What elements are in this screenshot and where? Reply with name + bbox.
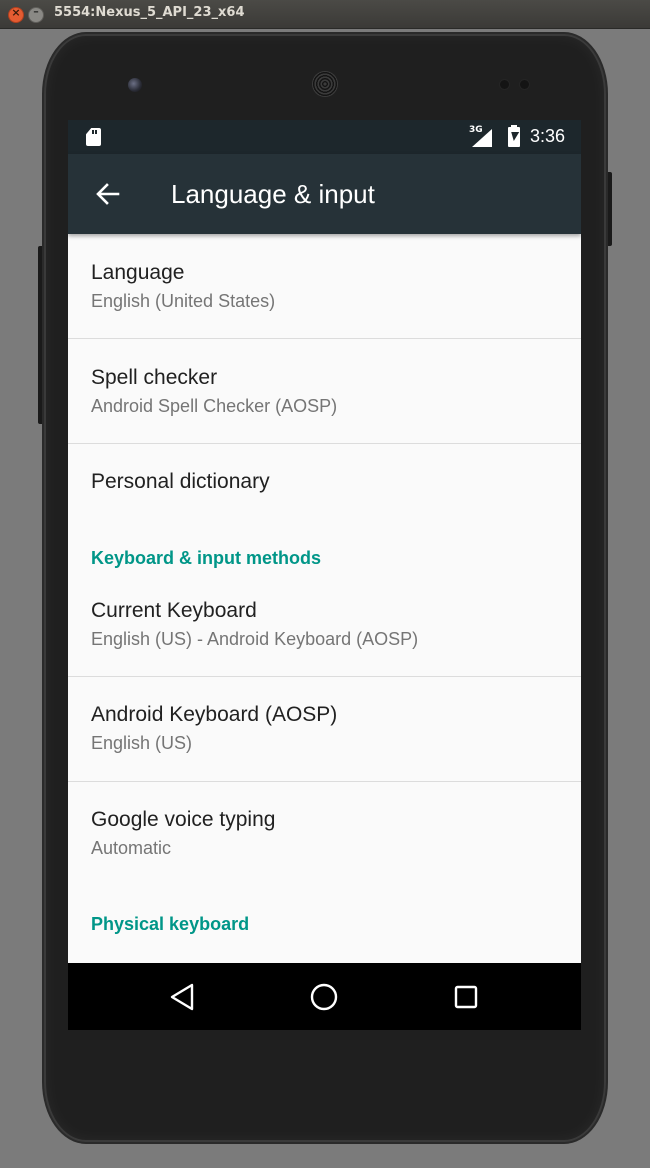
recents-square-icon <box>454 985 478 1009</box>
device-screen: 3G 3:36 Language & input Language Englis… <box>68 120 581 1030</box>
light-sensor-icon <box>520 80 529 89</box>
back-arrow-icon <box>96 183 120 205</box>
pref-spell-checker-summary: Android Spell Checker (AOSP) <box>91 396 338 416</box>
window-minimize-button[interactable]: – <box>28 5 44 23</box>
back-triangle-icon <box>170 983 194 1011</box>
proximity-sensor-icon <box>500 80 509 89</box>
pref-language-summary: English (United States) <box>91 291 276 311</box>
status-clock: 3:36 <box>530 126 566 146</box>
window-titlebar: × – 5554:Nexus_5_API_23_x64 <box>0 0 650 29</box>
pref-android-keyboard[interactable]: Android Keyboard (AOSP) English (US) <box>68 677 581 781</box>
pref-current-keyboard-summary: English (US) - Android Keyboard (AOSP) <box>91 629 419 649</box>
minimize-icon: – <box>33 5 39 18</box>
pref-language[interactable]: Language English (United States) <box>68 234 581 338</box>
network-type-label: 3G <box>469 125 483 135</box>
pref-spell-checker[interactable]: Spell checker Android Spell Checker (AOS… <box>68 339 581 443</box>
window-close-button[interactable]: × <box>8 6 24 23</box>
pref-spell-checker-title: Spell checker <box>91 366 218 389</box>
navigation-bar <box>68 963 581 1030</box>
pref-personal-dictionary[interactable]: Personal dictionary <box>68 444 581 524</box>
nav-back-button[interactable] <box>160 975 204 1019</box>
pref-language-title: Language <box>91 261 185 284</box>
status-bar: 3G 3:36 <box>68 120 581 154</box>
earpiece-speaker-icon <box>312 71 338 97</box>
page-title: Language & input <box>171 179 375 209</box>
pref-google-voice-typing-title: Google voice typing <box>91 808 276 831</box>
pref-personal-dictionary-title: Personal dictionary <box>91 470 270 493</box>
category-keyboard-input-methods: Keyboard & input methods <box>91 548 322 568</box>
pref-google-voice-typing[interactable]: Google voice typing Automatic <box>68 782 581 886</box>
settings-list: Language English (United States) Spell c… <box>68 234 581 964</box>
pref-android-keyboard-summary: English (US) <box>91 733 193 753</box>
home-circle-icon <box>310 983 338 1011</box>
close-icon: × <box>11 6 21 19</box>
sd-card-icon <box>86 128 101 146</box>
nav-home-button[interactable] <box>302 975 346 1019</box>
back-button[interactable] <box>88 174 128 214</box>
app-bar: Language & input <box>68 154 581 234</box>
category-physical-keyboard: Physical keyboard <box>91 914 250 934</box>
front-camera-icon <box>128 78 142 92</box>
window-title: 5554:Nexus_5_API_23_x64 <box>54 5 245 20</box>
battery-charging-icon <box>508 125 520 147</box>
nav-recents-button[interactable] <box>444 975 488 1019</box>
pref-android-keyboard-title: Android Keyboard (AOSP) <box>91 703 338 726</box>
pref-google-voice-typing-summary: Automatic <box>91 838 172 858</box>
pref-current-keyboard-title: Current Keyboard <box>91 599 257 622</box>
pref-current-keyboard[interactable]: Current Keyboard English (US) - Android … <box>68 574 581 676</box>
